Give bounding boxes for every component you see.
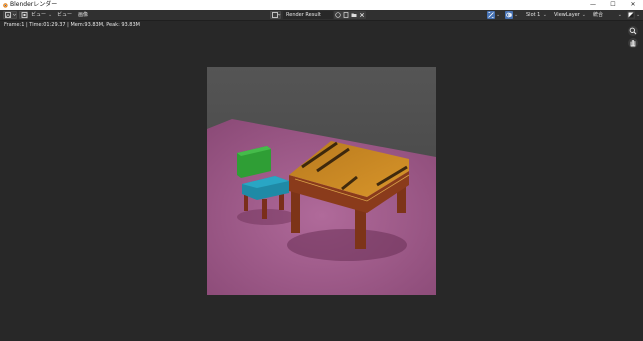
rendered-scene (207, 67, 436, 295)
chevron-down-icon: ⌄ (542, 12, 547, 18)
channels-icon (628, 12, 634, 18)
view-mode-icon (21, 12, 27, 18)
gizmo-toggle[interactable] (487, 11, 495, 19)
duplicate-icon (343, 12, 349, 18)
zoom-icon (629, 27, 637, 35)
view-mode-selector[interactable] (19, 11, 28, 19)
close-button[interactable]: ✕ (623, 0, 643, 10)
chevron-down-icon: ⌄ (617, 12, 622, 18)
chevron-down-icon[interactable]: ⌄ (514, 11, 518, 19)
pass-label: 統合 (593, 12, 604, 18)
open-image-button[interactable] (350, 11, 358, 19)
fake-user-button[interactable] (334, 11, 342, 19)
image-editor-header: ビュー ⌄ ビュー 画像 Render Result ⌄ ⌄ Slot 1 ⌄ … (0, 10, 643, 21)
pan-button[interactable] (628, 38, 638, 48)
window-title: Blenderレンダー (10, 1, 58, 8)
unlink-image-button[interactable] (358, 11, 366, 19)
image-name-field[interactable]: Render Result (283, 11, 333, 19)
maximize-button[interactable]: ☐ (603, 0, 623, 10)
menu-view[interactable]: ビュー (31, 11, 46, 19)
chevron-down-icon[interactable]: ⌄ (636, 11, 640, 19)
window-title-bar: Blenderレンダー — ☐ ✕ (0, 0, 643, 10)
view-layer-selector[interactable]: ViewLayer ⌄ (551, 11, 588, 19)
chevron-down-icon: ⌄ (581, 12, 586, 18)
minimize-button[interactable]: — (583, 0, 603, 10)
menu-image[interactable]: 画像 (78, 11, 88, 19)
folder-icon (351, 13, 357, 17)
editor-type-selector[interactable] (3, 11, 17, 19)
overlay-toggle[interactable] (505, 11, 513, 19)
zoom-button[interactable] (628, 26, 638, 36)
display-channels-button[interactable] (627, 11, 635, 19)
pass-selector[interactable]: 統合 ⌄ (590, 11, 624, 19)
hand-icon (630, 40, 636, 47)
slot-label: Slot 1 (526, 12, 541, 18)
view-layer-label: ViewLayer (554, 12, 580, 18)
render-result-image (207, 67, 436, 295)
close-icon (360, 13, 364, 17)
chevron-down-icon[interactable]: ⌄ (48, 11, 52, 19)
image-editor-icon (5, 12, 17, 18)
shield-icon (335, 12, 341, 18)
image-browse-button[interactable] (270, 11, 281, 19)
chevron-down-icon[interactable]: ⌄ (496, 11, 500, 19)
new-image-button[interactable] (342, 11, 350, 19)
render-info-text: Frame:1 | Time:01:29.37 | Mem:93.83M, Pe… (4, 22, 140, 28)
slot-selector[interactable]: Slot 1 ⌄ (523, 11, 549, 19)
image-name: Render Result (286, 12, 321, 18)
overlay-icon (506, 12, 512, 18)
menu-view-2[interactable]: ビュー (57, 11, 72, 19)
image-browse-icon (271, 12, 280, 18)
gizmo-icon (488, 12, 494, 18)
blender-logo-icon (3, 3, 8, 8)
